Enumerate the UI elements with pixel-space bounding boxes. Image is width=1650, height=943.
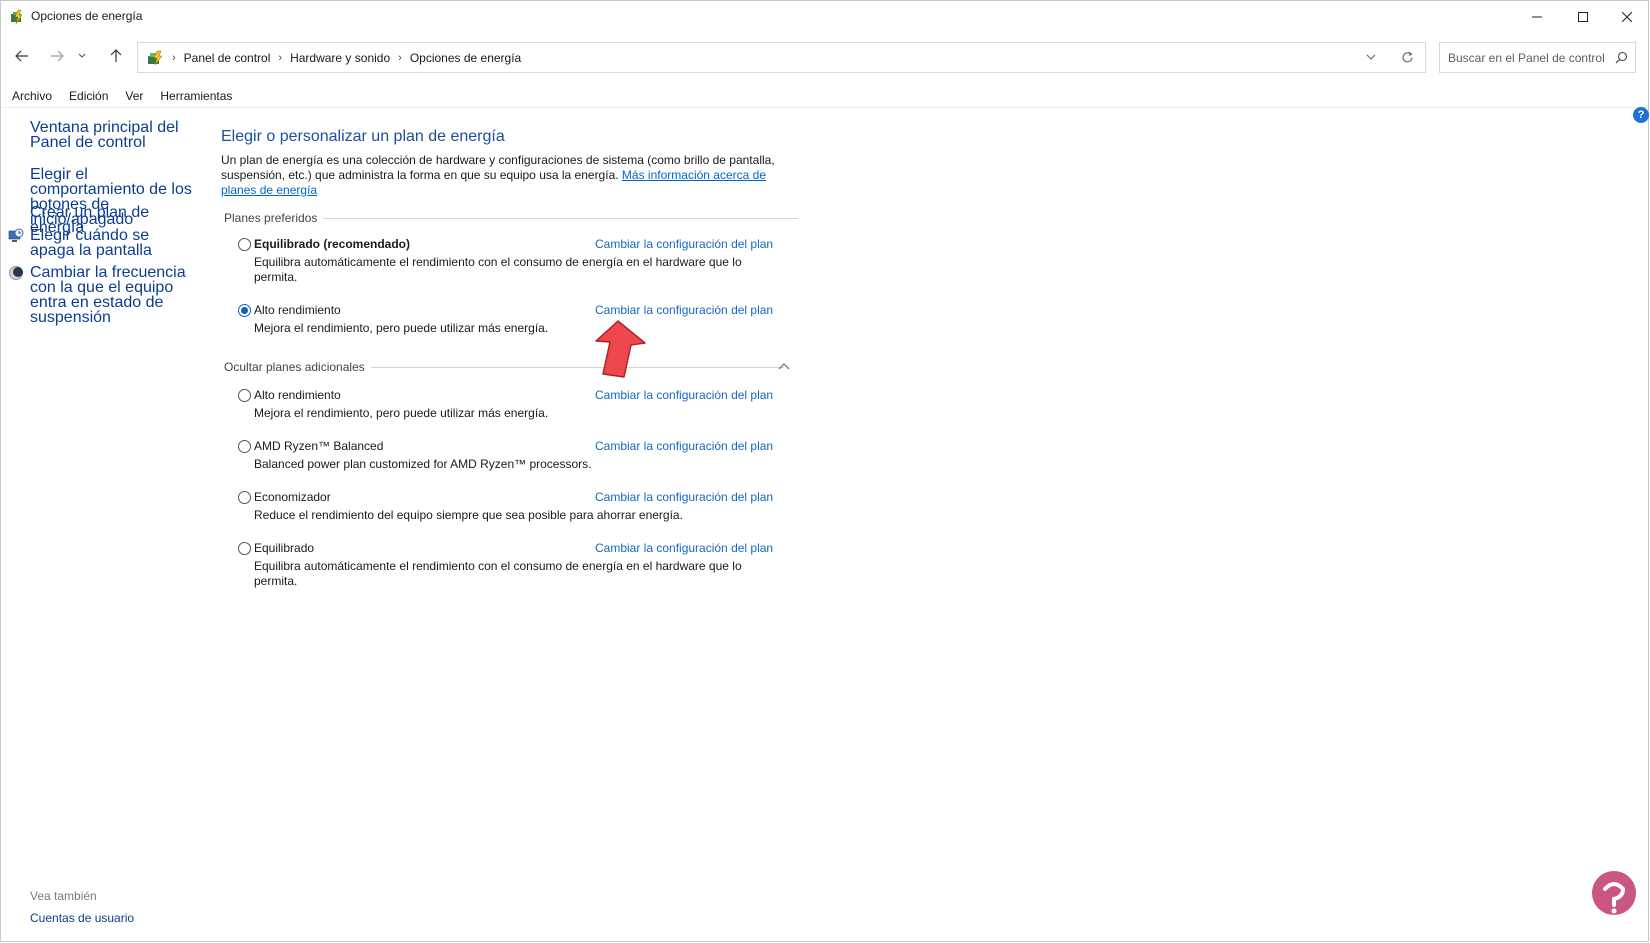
search-placeholder: Buscar en el Panel de control <box>1448 51 1605 65</box>
menu-bar: Archivo Edición Ver Herramientas <box>1 85 238 107</box>
forward-button[interactable] <box>45 44 69 68</box>
maximize-icon <box>1578 12 1588 22</box>
menu-archivo[interactable]: Archivo <box>1 85 58 107</box>
plan-description: Equilibra automáticamente el rendimiento… <box>254 255 742 284</box>
recent-locations-button[interactable] <box>75 44 89 68</box>
back-button[interactable] <box>10 44 34 68</box>
see-also-user-accounts[interactable]: Cuentas de usuario <box>30 911 134 925</box>
back-arrow-icon <box>15 50 28 62</box>
address-dropdown-icon[interactable] <box>1366 54 1376 61</box>
breadcrumb-control-panel[interactable]: Panel de control <box>184 51 271 65</box>
control-panel-icon <box>148 50 163 65</box>
plan-name: Equilibrado (recomendado) <box>254 237 411 251</box>
plan-description: Equilibra automáticamente el rendimiento… <box>254 559 742 588</box>
up-button[interactable] <box>104 44 128 68</box>
title-bar: Opciones de energía <box>1 1 1648 33</box>
window-title: Opciones de energía <box>31 9 143 23</box>
plan-radio-amd-ryzen-balanced[interactable] <box>238 440 251 453</box>
breadcrumb: › Panel de control › Hardware y sonido ›… <box>146 43 521 72</box>
breadcrumb-hardware-sound[interactable]: Hardware y sonido <box>290 51 390 65</box>
plan-name: Alto rendimiento <box>254 303 341 317</box>
watermark-logo-icon <box>1592 871 1636 915</box>
annotation-arrow-icon <box>595 320 646 378</box>
plan-radio-high-performance-alt[interactable] <box>238 389 251 402</box>
sidebar-link-sleep[interactable]: Cambiar la frecuencia con la que el equi… <box>30 265 195 326</box>
moon-icon <box>9 266 23 280</box>
minimize-button[interactable] <box>1514 1 1560 33</box>
forward-arrow-icon <box>51 50 64 62</box>
see-also-heading: Vea también <box>30 889 97 903</box>
change-plan-settings-link[interactable]: Cambiar la configuración del plan <box>595 490 773 504</box>
menu-ver[interactable]: Ver <box>114 85 149 107</box>
change-plan-settings-link[interactable]: Cambiar la configuración del plan <box>595 237 773 251</box>
menu-edicion[interactable]: Edición <box>58 85 114 107</box>
preferred-plans-heading: Planes preferidos <box>224 211 324 225</box>
menu-divider <box>1 107 1648 108</box>
chevron-down-icon <box>78 53 86 58</box>
change-plan-settings-link[interactable]: Cambiar la configuración del plan <box>595 388 773 402</box>
chevron-up-icon[interactable] <box>778 362 790 370</box>
minimize-icon <box>1532 16 1542 18</box>
change-plan-settings-link[interactable]: Cambiar la configuración del plan <box>595 439 773 453</box>
sidebar-link-screen-off[interactable]: Elegir cuándo se apaga la pantalla <box>30 228 195 259</box>
up-arrow-icon <box>110 49 122 62</box>
change-plan-settings-link[interactable]: Cambiar la configuración del plan <box>595 541 773 555</box>
page-title: Elegir o personalizar un plan de energía <box>221 128 505 145</box>
change-plan-settings-link[interactable]: Cambiar la configuración del plan <box>595 303 773 317</box>
plan-radio-balanced[interactable] <box>238 542 251 555</box>
plan-name: Economizador <box>254 490 331 504</box>
plan-radio-power-saver[interactable] <box>238 491 251 504</box>
plan-name: Equilibrado <box>254 541 315 555</box>
sidebar-link-control-panel-home[interactable]: Ventana principal del Panel de control <box>30 120 195 151</box>
search-input[interactable]: Buscar en el Panel de control <box>1439 42 1636 73</box>
intro-paragraph: Un plan de energía es una colección de h… <box>221 153 791 198</box>
menu-herramientas[interactable]: Herramientas <box>149 85 238 107</box>
plan-description: Reduce el rendimiento del equipo siempre… <box>254 508 683 522</box>
plan-name: Alto rendimiento <box>254 388 341 402</box>
monitor-clock-icon <box>8 228 24 242</box>
search-icon[interactable] <box>1615 51 1628 64</box>
refresh-icon[interactable] <box>1401 51 1414 64</box>
plan-radio-balanced-recommended[interactable] <box>238 238 251 251</box>
breadcrumb-power-options[interactable]: Opciones de energía <box>410 51 521 65</box>
help-icon[interactable]: ? <box>1633 107 1649 123</box>
hide-additional-plans-toggle[interactable]: Ocultar planes adicionales <box>224 360 371 374</box>
plan-radio-high-performance[interactable] <box>238 304 251 317</box>
plan-name: AMD Ryzen™ Balanced <box>254 439 384 453</box>
plan-description: Balanced power plan customized for AMD R… <box>254 457 592 471</box>
maximize-button[interactable] <box>1560 1 1606 33</box>
close-button[interactable] <box>1604 1 1650 33</box>
power-options-window: Opciones de energía › Panel de control ›… <box>0 0 1649 942</box>
address-bar[interactable]: › Panel de control › Hardware y sonido ›… <box>137 42 1426 73</box>
plan-description: Mejora el rendimiento, pero puede utiliz… <box>254 406 549 420</box>
plan-description: Mejora el rendimiento, pero puede utiliz… <box>254 321 549 335</box>
close-icon <box>1622 12 1632 22</box>
power-options-icon <box>11 9 23 25</box>
